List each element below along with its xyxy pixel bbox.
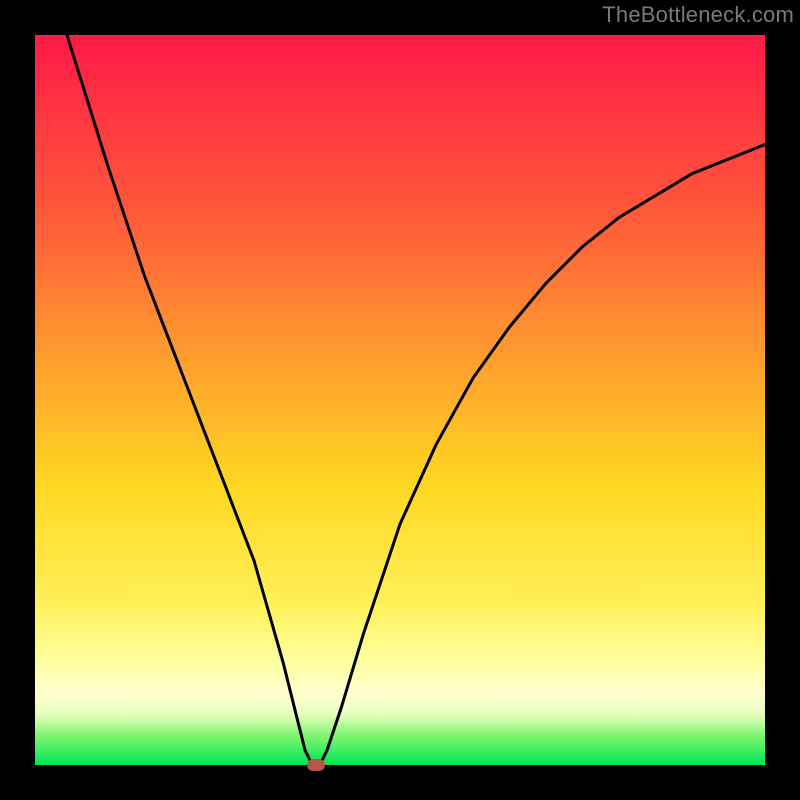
bottleneck-curve [35,35,765,765]
chart-frame: TheBottleneck.com [0,0,800,800]
plot-area [35,35,765,765]
watermark-text: TheBottleneck.com [602,2,794,28]
optimal-point-marker [307,759,325,771]
